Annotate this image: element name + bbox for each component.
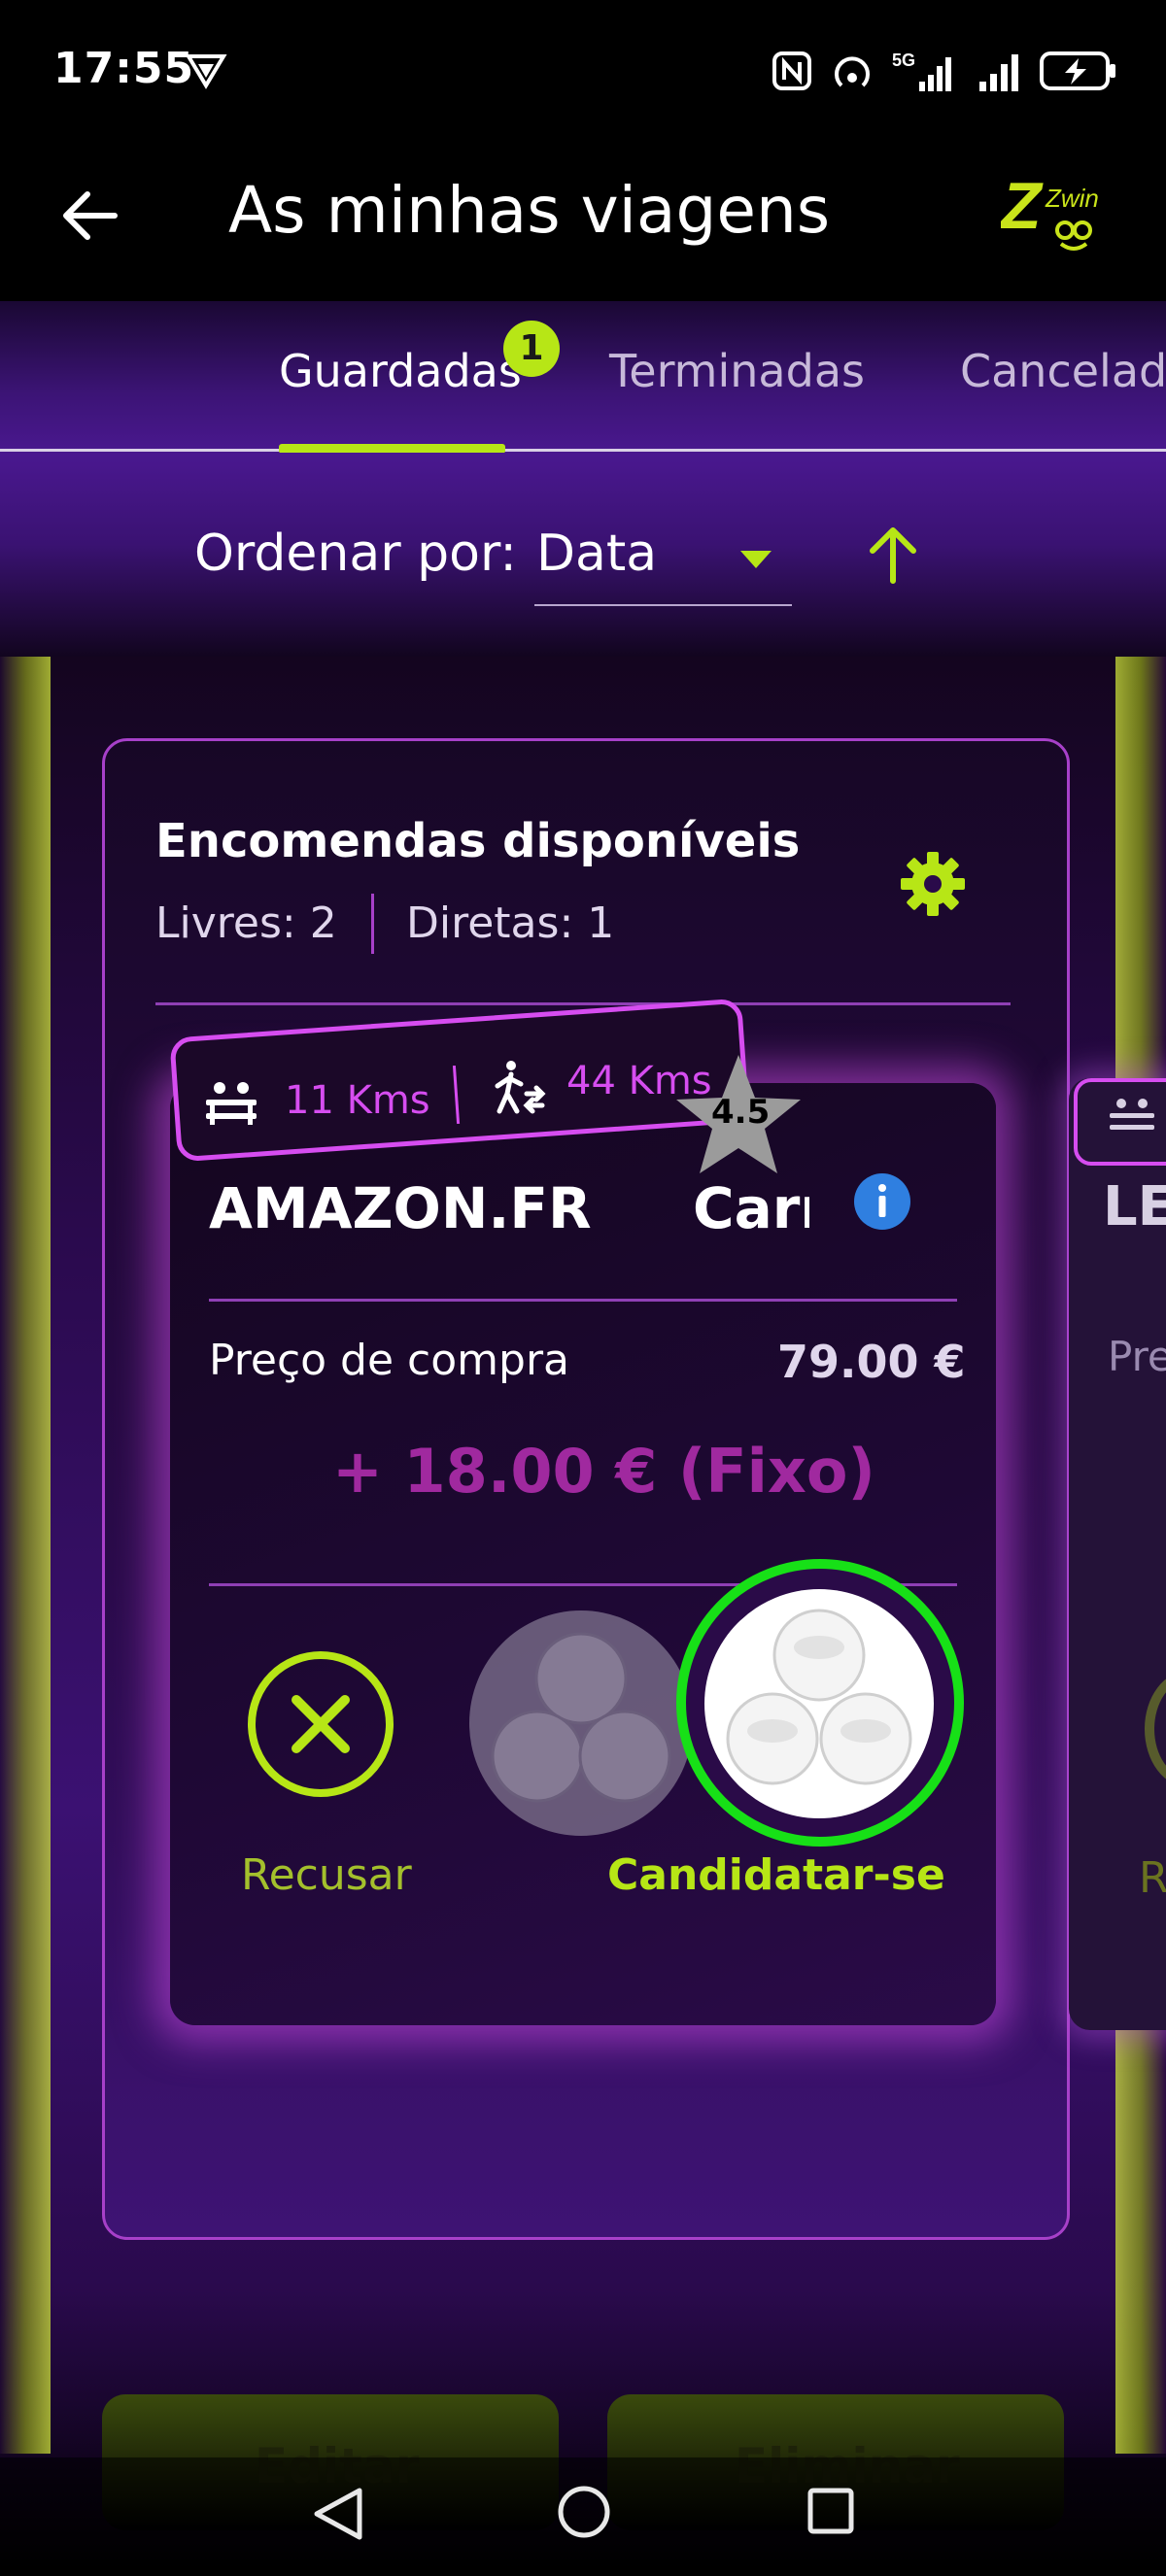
- nfc-icon: [772, 51, 811, 90]
- tab-canceladas[interactable]: Canceladas: [960, 345, 1166, 397]
- hotspot-icon: [835, 56, 870, 87]
- nav-recents-icon[interactable]: [806, 2487, 855, 2535]
- purchase-price-value: 79.00 €: [777, 1336, 966, 1388]
- sort-ascending-icon[interactable]: [865, 525, 921, 585]
- sort-label: Ordenar por:: [194, 525, 517, 583]
- next-price-label: Pre: [1108, 1333, 1166, 1380]
- vehicle-distance: 11 Kms: [285, 1078, 430, 1123]
- tab-badge: 1: [503, 321, 560, 377]
- signal-5g-icon: 5G: [892, 51, 951, 91]
- svg-text:Zwin: Zwin: [1045, 184, 1099, 213]
- prev-card-edge[interactable]: [0, 657, 51, 2454]
- free-count: Livres: 2: [155, 898, 337, 948]
- order-divider: [209, 1299, 957, 1302]
- count-separator: [371, 894, 374, 954]
- sort-value[interactable]: Data: [536, 525, 657, 583]
- dropdown-arrow-icon[interactable]: [738, 549, 773, 570]
- purchase-price-label: Preço de compra: [209, 1336, 569, 1385]
- vehicle-type: Carro: [693, 1175, 809, 1241]
- status-icons: 5G: [772, 49, 1117, 93]
- delivery-fee: + 18.00 € (Fixo): [332, 1436, 875, 1507]
- car-distance-icon: [206, 1082, 257, 1125]
- store-name: AMAZON.FR: [209, 1175, 592, 1241]
- next-decline-label: R: [1139, 1853, 1166, 1903]
- tab-terminadas[interactable]: Terminadas: [609, 345, 865, 397]
- vpn-shield-icon: [185, 54, 227, 89]
- card-title: Encomendas disponíveis: [155, 814, 801, 868]
- walk-distance-icon: [495, 1061, 546, 1114]
- nav-back-icon[interactable]: [311, 2485, 365, 2543]
- drops-icon: [491, 1632, 671, 1803]
- status-time: 17:55: [53, 44, 195, 93]
- card-divider: [155, 1002, 1011, 1005]
- svg-text:Z: Z: [1001, 170, 1044, 243]
- close-icon[interactable]: [279, 1682, 362, 1766]
- rating-value: 4.5: [711, 1093, 771, 1132]
- back-arrow-icon[interactable]: [58, 185, 120, 247]
- zwin-logo: Z Zwin: [1001, 170, 1099, 251]
- battery-charging-icon: [1040, 51, 1115, 90]
- page-title: As minhas viagens: [228, 173, 831, 248]
- decline-label[interactable]: Recusar: [241, 1850, 412, 1900]
- drops-icon: [726, 1609, 912, 1785]
- nav-home-icon[interactable]: [557, 2485, 611, 2539]
- next-store-name: LE: [1103, 1175, 1166, 1238]
- signal-icon: [979, 54, 1018, 91]
- car-distance-icon: [1110, 1099, 1154, 1130]
- svg-text:5G: 5G: [892, 51, 915, 70]
- tab-divider: [0, 449, 1166, 452]
- apply-label[interactable]: Candidatar-se: [607, 1850, 945, 1900]
- gear-icon[interactable]: [899, 850, 967, 918]
- tab-guardadas[interactable]: Guardadas: [279, 345, 522, 397]
- info-icon[interactable]: [852, 1171, 912, 1232]
- direct-count: Diretas: 1: [406, 898, 615, 948]
